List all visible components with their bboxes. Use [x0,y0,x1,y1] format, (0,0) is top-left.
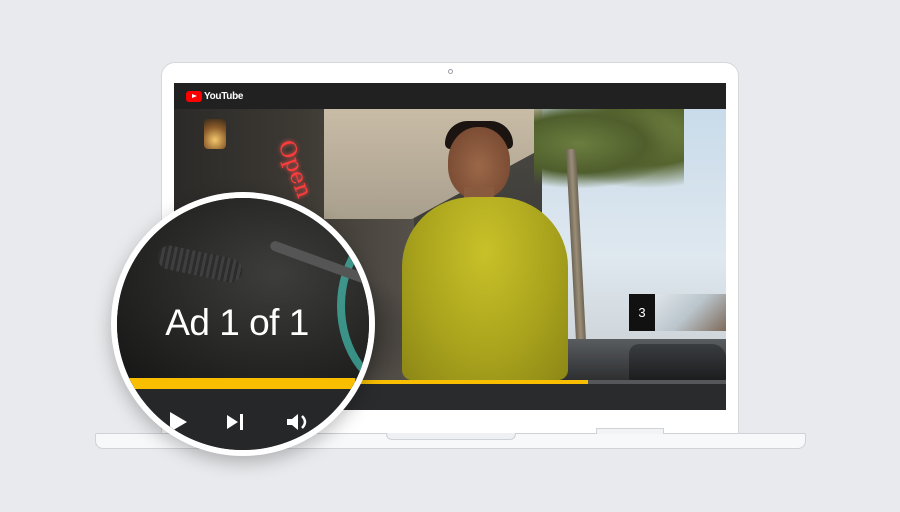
palm-leaves [534,109,684,189]
lamp [204,119,226,149]
laptop-port [596,428,664,434]
youtube-logo[interactable]: YouTube [186,90,244,102]
webcam [448,69,453,74]
play-icon [170,412,187,432]
youtube-play-icon [186,90,202,102]
trackpad-notch [386,433,516,440]
play-button[interactable] [163,410,193,434]
skip-next-icon [227,414,243,430]
skip-countdown: 3 [629,294,655,331]
volume-button[interactable] [285,410,315,434]
ad-counter-label: Ad 1 of 1 [165,302,309,343]
volume-icon [287,414,307,430]
skip-next-button[interactable] [221,410,251,434]
player-top-bar: YouTube [174,83,726,109]
magnified-scene [117,198,369,394]
ad-progress-bar[interactable] [117,378,369,389]
bike-handle-grip [155,243,245,285]
person-yellow-sweater [402,197,568,380]
parked-car [629,344,726,380]
next-video-thumbnail[interactable] [655,294,726,331]
ad-progress-fill [117,378,355,389]
youtube-wordmark: YouTube [204,90,244,102]
magnifier-callout: Ad 1 of 1 [111,192,375,456]
